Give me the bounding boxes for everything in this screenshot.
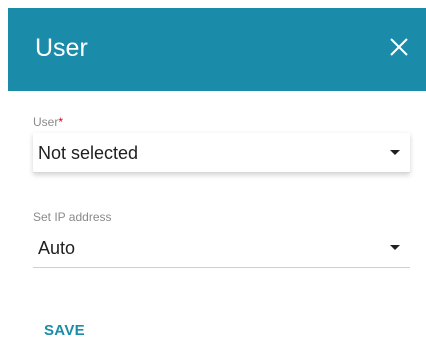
dialog-header: User [8, 8, 426, 91]
ip-address-select-value: Auto [38, 238, 76, 258]
user-select[interactable]: Not selected [33, 133, 410, 173]
user-field-label: User* [33, 115, 64, 129]
dialog-title: User [35, 34, 88, 62]
chevron-down-icon [390, 245, 400, 250]
chevron-down-icon [390, 150, 400, 155]
ip-address-field: Set IP address Auto [33, 210, 410, 268]
ip-address-label: Set IP address [33, 210, 112, 224]
user-select-value: Not selected [38, 143, 139, 163]
user-field: User* Not selected [33, 115, 410, 173]
save-button[interactable]: SAVE [44, 322, 85, 340]
ip-address-select[interactable]: Auto [33, 228, 410, 268]
required-marker: * [58, 115, 64, 129]
user-dialog: User User* Not selected Set IP address A… [0, 0, 426, 354]
close-icon[interactable] [388, 36, 410, 58]
